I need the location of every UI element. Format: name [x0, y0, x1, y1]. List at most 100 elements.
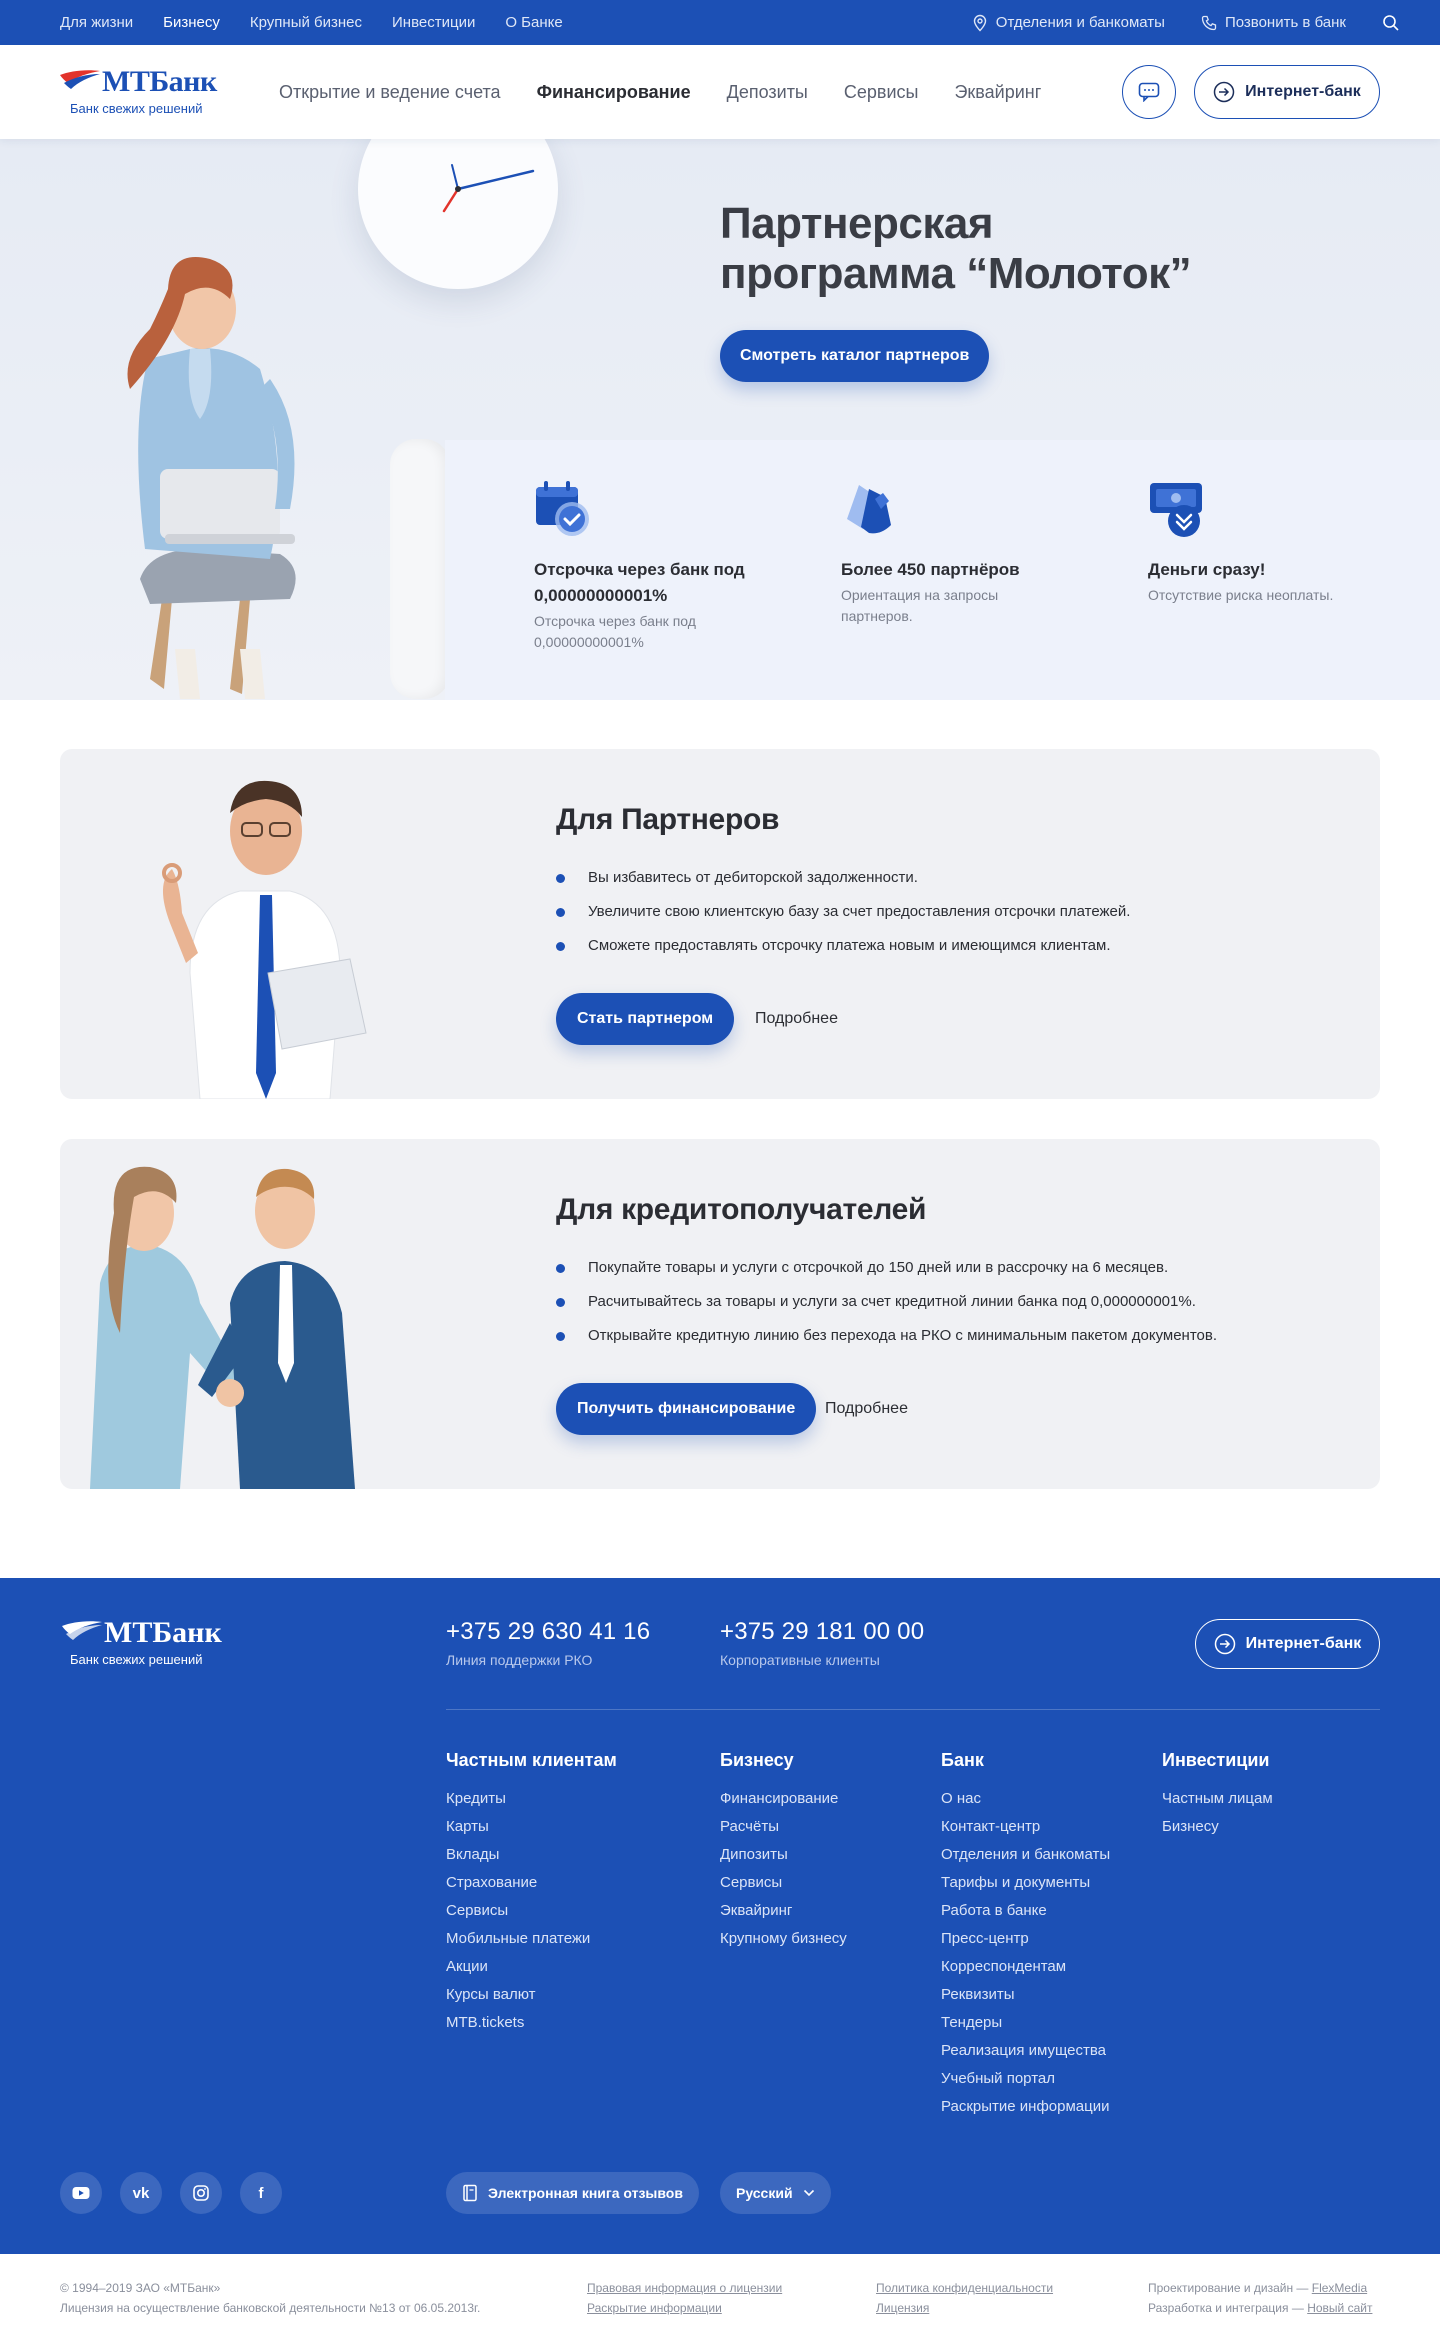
- branches-link[interactable]: Отделения и банкоматы: [972, 14, 1165, 32]
- footer-divider: [446, 1709, 1380, 1710]
- phone-number[interactable]: +375 29 630 41 16: [446, 1618, 650, 1646]
- nav-item-deposits[interactable]: Депозиты: [727, 82, 808, 103]
- location-pin-icon: [972, 14, 988, 32]
- hero-title-line-1: Партнерская: [720, 199, 994, 248]
- nav-item-services[interactable]: Сервисы: [844, 82, 919, 103]
- footer-link[interactable]: Реализация имущества: [941, 2037, 1110, 2065]
- footer-logo[interactable]: МТБанк Банк свежих решений: [60, 1616, 240, 1672]
- license-link[interactable]: Лицензия: [876, 2298, 1053, 2318]
- borrowers-more-link[interactable]: Подробнее: [825, 1383, 908, 1435]
- list-item: Открывайте кредитную линию без перехода …: [556, 1319, 1217, 1353]
- wall-clock-image: [358, 139, 558, 289]
- feature-money-now-title: Деньги сразу!: [1148, 560, 1266, 579]
- internet-bank-button[interactable]: Интернет-банк: [1194, 65, 1380, 119]
- logo-wing-icon: [58, 69, 102, 102]
- legal-info-link[interactable]: Правовая информация о лицензии: [587, 2278, 782, 2298]
- segment-link-large-business[interactable]: Крупный бизнес: [250, 14, 362, 31]
- privacy-policy-link[interactable]: Политика конфиденциальности: [876, 2278, 1053, 2298]
- segment-link-about[interactable]: О Банке: [505, 14, 562, 31]
- footer-link[interactable]: Страхование: [446, 1869, 617, 1897]
- footer-link[interactable]: Кредиты: [446, 1785, 617, 1813]
- footer-link[interactable]: Акции: [446, 1953, 617, 1981]
- segment-link-business[interactable]: Бизнесу: [163, 14, 220, 31]
- segment-link-investments[interactable]: Инвестиции: [392, 14, 475, 31]
- footer-link[interactable]: Контакт-центр: [941, 1813, 1110, 1841]
- footer-link[interactable]: О нас: [941, 1785, 1110, 1813]
- become-partner-button[interactable]: Стать партнером: [556, 993, 735, 1045]
- disclosure-link[interactable]: Раскрытие информации: [587, 2298, 782, 2318]
- call-bank-link[interactable]: Позвонить в банк: [1201, 14, 1346, 31]
- nav-item-accounts[interactable]: Открытие и ведение счета: [279, 82, 501, 103]
- handshake-people-image: [80, 1153, 380, 1489]
- feature-partners-desc: Ориентация на запросы партнеров.: [841, 587, 999, 624]
- chat-button[interactable]: [1122, 65, 1176, 119]
- footer-link[interactable]: Реквизиты: [941, 1981, 1110, 2009]
- hero-title: Партнерская программа “Молоток”: [720, 199, 1240, 299]
- footer-link[interactable]: MTB.tickets: [446, 2009, 617, 2037]
- main-header: МТБанк Банк свежих решений Открытие и ве…: [0, 45, 1440, 139]
- social-links: vk f: [60, 2172, 282, 2214]
- footer-link[interactable]: Частным лицам: [1162, 1785, 1273, 1813]
- footer-link[interactable]: Раскрытие информации: [941, 2093, 1110, 2121]
- footer-link[interactable]: Эквайринг: [720, 1897, 847, 1925]
- feature-deferral-desc: Отсрочка через банк под 0,00000000001%: [534, 613, 696, 650]
- chevron-down-icon: [803, 2189, 815, 2197]
- partner-catalog-button[interactable]: Смотреть каталог партнеров: [720, 330, 990, 382]
- borrowers-title: Для кредитополучателей: [556, 1193, 927, 1226]
- list-item: Вы избавитесь от дебиторской задолженнос…: [556, 861, 1130, 895]
- hero-section: Партнерская программа “Молоток” Смотреть…: [0, 139, 1440, 700]
- footer-link[interactable]: Крупному бизнесу: [720, 1925, 847, 1953]
- footer-link[interactable]: Расчёты: [720, 1813, 847, 1841]
- footer-link[interactable]: Тендеры: [941, 2009, 1110, 2037]
- phone-number[interactable]: +375 29 181 00 00: [720, 1618, 924, 1646]
- footer-col-private: Частным клиентам Кредиты Карты Вклады Ст…: [446, 1750, 617, 2037]
- footer-link[interactable]: Корреспондентам: [941, 1953, 1110, 1981]
- footer-link[interactable]: Курсы валют: [446, 1981, 617, 2009]
- vk-icon[interactable]: vk: [120, 2172, 162, 2214]
- handshake-icon: [841, 479, 901, 539]
- nav-item-acquiring[interactable]: Эквайринг: [954, 82, 1041, 103]
- instagram-icon[interactable]: [180, 2172, 222, 2214]
- footer-link[interactable]: Дипозиты: [720, 1841, 847, 1869]
- language-select[interactable]: Русский: [720, 2172, 831, 2214]
- segment-nav: Для жизни Бизнесу Крупный бизнес Инвести…: [60, 0, 563, 45]
- footer-link[interactable]: Карты: [446, 1813, 617, 1841]
- footer-link[interactable]: Тарифы и документы: [941, 1869, 1110, 1897]
- policy-links: Политика конфиденциальности Лицензия: [876, 2278, 1053, 2318]
- reviews-book-button[interactable]: Электронная книга отзывов: [446, 2172, 699, 2214]
- phone-icon: [1201, 15, 1217, 31]
- nav-item-financing[interactable]: Финансирование: [537, 82, 691, 103]
- borrowers-card: Для кредитополучателей Покупайте товары …: [60, 1139, 1380, 1489]
- footer-link[interactable]: Учебный портал: [941, 2065, 1110, 2093]
- footer-link[interactable]: Финансирование: [720, 1785, 847, 1813]
- footer-link[interactable]: Пресс-центр: [941, 1925, 1110, 1953]
- get-financing-button[interactable]: Получить финансирование: [556, 1383, 817, 1435]
- feature-deferral-title: Отсрочка через банк под 0,00000000001%: [534, 560, 745, 605]
- borrowers-benefits-list: Покупайте товары и услуги с отсрочкой до…: [556, 1251, 1217, 1353]
- login-arrow-icon: [1213, 81, 1235, 103]
- search-icon[interactable]: [1382, 14, 1400, 32]
- partners-more-link[interactable]: Подробнее: [755, 993, 838, 1045]
- footer-col-heading: Банк: [941, 1750, 984, 1770]
- footer-link[interactable]: Бизнесу: [1162, 1813, 1273, 1841]
- partners-title: Для Партнеров: [556, 803, 780, 836]
- footer-link[interactable]: Работа в банке: [941, 1897, 1110, 1925]
- segment-link-life[interactable]: Для жизни: [60, 14, 133, 31]
- youtube-icon[interactable]: [60, 2172, 102, 2214]
- logo-wing-icon: [60, 1620, 104, 1653]
- footer-col-business: Бизнесу Финансирование Расчёты Дипозиты …: [720, 1750, 847, 1953]
- license-text: Лицензия на осуществление банковской дея…: [60, 2301, 481, 2315]
- footer-link[interactable]: Сервисы: [446, 1897, 617, 1925]
- facebook-icon[interactable]: f: [240, 2172, 282, 2214]
- footer-internet-bank-label: Интернет-банк: [1245, 1635, 1362, 1652]
- footer-internet-bank-button[interactable]: Интернет-банк: [1195, 1619, 1380, 1669]
- logo[interactable]: МТБанк Банк свежих решений: [58, 65, 218, 121]
- dev-credit-link[interactable]: Новый сайт: [1307, 2301, 1372, 2315]
- footer-link[interactable]: Отделения и банкоматы: [941, 1841, 1110, 1869]
- bottom-bar: © 1994–2019 ЗАО «МТБанк» Лицензия на осу…: [0, 2254, 1440, 2344]
- footer-link[interactable]: Сервисы: [720, 1869, 847, 1897]
- list-item: Покупайте товары и услуги с отсрочкой до…: [556, 1251, 1217, 1285]
- design-credit-link[interactable]: FlexMedia: [1312, 2281, 1367, 2295]
- footer-link[interactable]: Вклады: [446, 1841, 617, 1869]
- footer-link[interactable]: Мобильные платежи: [446, 1925, 617, 1953]
